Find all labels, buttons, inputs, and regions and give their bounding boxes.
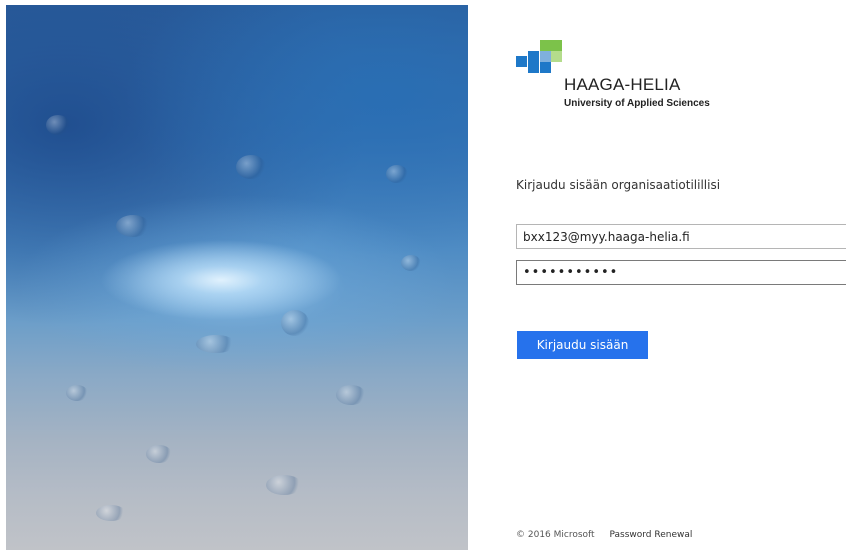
- background-illustration: [6, 5, 468, 550]
- brand-name: HAAGA-HELIA: [564, 75, 681, 94]
- password-renewal-link[interactable]: Password Renewal: [609, 530, 692, 540]
- haaga-helia-squares-logo-icon: [516, 40, 562, 73]
- login-page: HAAGA-HELIA University of Applied Scienc…: [0, 0, 846, 550]
- sign-in-button[interactable]: Kirjaudu sisään: [517, 331, 648, 359]
- email-input[interactable]: [516, 224, 846, 249]
- footer: © 2016 Microsoft Password Renewal: [516, 530, 692, 540]
- login-prompt: Kirjaudu sisään organisaatiotilillisi: [516, 178, 721, 192]
- copyright-text: © 2016 Microsoft: [516, 530, 595, 540]
- brand-subtitle: University of Applied Sciences: [564, 98, 710, 109]
- login-panel: HAAGA-HELIA University of Applied Scienc…: [468, 0, 846, 550]
- brand-logo: HAAGA-HELIA University of Applied Scienc…: [516, 40, 736, 120]
- password-input[interactable]: [516, 260, 846, 285]
